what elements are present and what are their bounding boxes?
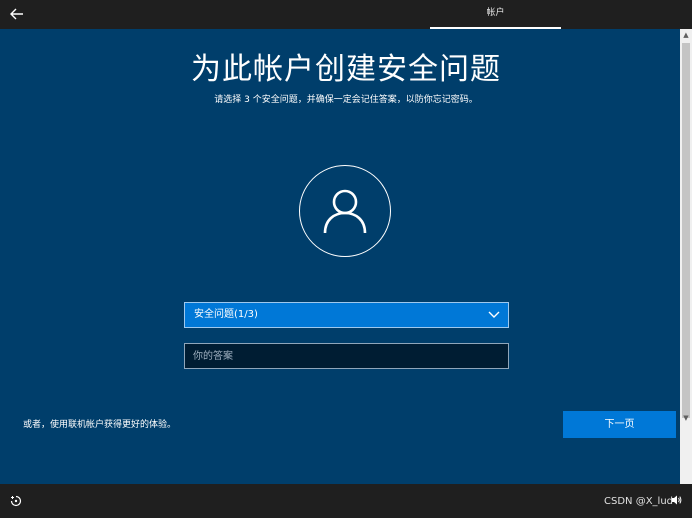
back-arrow-icon [10,8,23,20]
ease-of-access-icon[interactable] [10,495,22,507]
page-title: 为此帐户创建安全问题 [191,52,501,87]
answer-input[interactable] [184,343,509,369]
tab-account-label: 帐户 [486,8,505,18]
scroll-down-arrow-icon[interactable]: ▼ [680,412,692,424]
user-icon [323,189,367,234]
top-bar: 帐户 [0,0,692,29]
scroll-up-arrow-icon[interactable]: ▲ [680,29,692,41]
online-account-link[interactable]: 或者，使用联机帐户获得更好的体验。 [23,418,176,432]
chevron-down-icon [488,311,500,318]
next-button[interactable]: 下一页 [563,411,676,438]
security-question-select[interactable]: 安全问题(1/3) [184,302,509,328]
tab-account[interactable]: 帐户 [430,0,561,29]
watermark-text: CSDN @X_lud [604,496,674,507]
back-button[interactable] [6,4,28,24]
page-subtitle: 请选择 3 个安全问题，并确保一定会记住答案，以防你忘记密码。 [214,95,478,105]
bottom-bar: CSDN @X_lud [0,484,692,518]
avatar [299,165,391,257]
security-question-value: 安全问题(1/3) [194,309,258,320]
volume-icon[interactable] [671,494,682,506]
